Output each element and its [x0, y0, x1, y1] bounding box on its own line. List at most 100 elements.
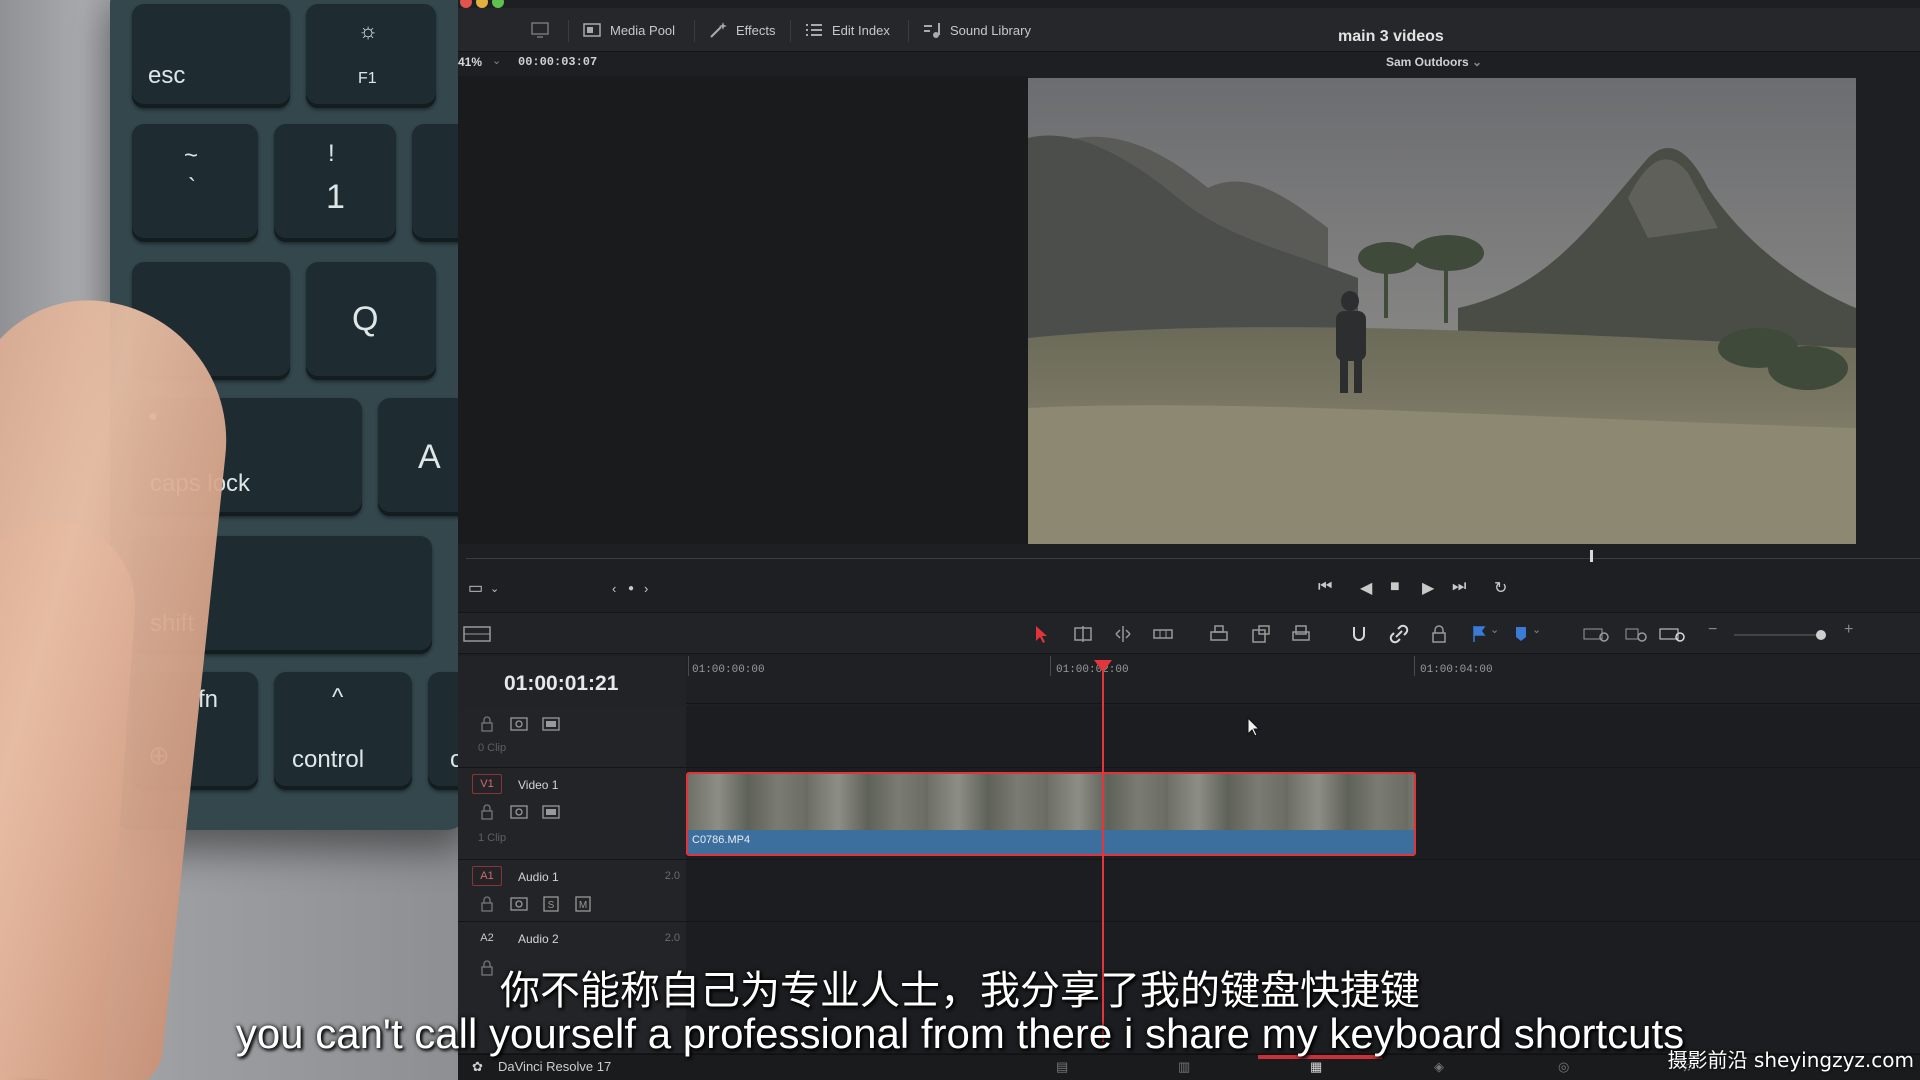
window-minimize-icon[interactable]: [476, 0, 488, 8]
next-clip-arrow-icon[interactable]: ›: [644, 581, 648, 596]
control-caret-icon: ^: [332, 684, 344, 711]
zoom-custom-icon[interactable]: [1658, 623, 1688, 645]
zoom-slider-handle[interactable]: [1816, 630, 1826, 640]
effects-wand-icon: [710, 22, 727, 38]
zoom-out-icon[interactable]: −: [1708, 621, 1730, 643]
timeline-timecode[interactable]: 01:00:01:21: [504, 672, 618, 696]
track-tag-a1[interactable]: A1: [472, 866, 502, 886]
auto-select-icon[interactable]: [510, 896, 528, 912]
zoom-slider[interactable]: [1734, 630, 1826, 640]
track-clip-count: 0 Clip: [478, 742, 507, 754]
color-page-icon[interactable]: ◎: [1558, 1059, 1578, 1075]
linked-selection-icon[interactable]: [1388, 623, 1410, 645]
playhead-handle[interactable]: [1094, 660, 1112, 672]
toolbar-divider: [568, 20, 569, 42]
blade-tool-icon[interactable]: [1152, 623, 1174, 645]
timeline-view-options-icon[interactable]: [462, 623, 492, 645]
chevron-down-icon[interactable]: ⌄: [1490, 623, 1512, 645]
key-2-partial: [412, 124, 458, 242]
scrubber-handle[interactable]: [1590, 550, 1593, 562]
clip-dot-icon[interactable]: ●: [628, 583, 634, 594]
key-esc-label: esc: [148, 62, 186, 89]
program-viewer[interactable]: [1028, 78, 1856, 544]
go-to-start-icon[interactable]: ⏮: [1318, 578, 1332, 596]
ruler-mark: [688, 656, 689, 676]
lock-icon[interactable]: [478, 896, 496, 912]
solo-icon[interactable]: S: [542, 896, 560, 912]
position-lock-icon[interactable]: [1428, 623, 1450, 645]
sound-library-button[interactable]: Sound Library: [922, 18, 1031, 42]
flag-icon[interactable]: [1468, 623, 1490, 645]
source-viewer[interactable]: [458, 76, 1028, 544]
marker-icon[interactable]: [1510, 623, 1532, 645]
track-enable-icon[interactable]: [542, 716, 560, 732]
ruler-tick-label: 01:00:02:00: [1056, 664, 1129, 676]
viewer-layout-icon[interactable]: ▭: [468, 578, 483, 598]
overwrite-clip-icon[interactable]: [1250, 623, 1272, 645]
dynamic-trim-icon[interactable]: [1112, 623, 1134, 645]
track-tag-a2[interactable]: A2: [472, 928, 502, 948]
insert-clip-icon[interactable]: [1208, 623, 1230, 645]
zoom-full-extent-icon[interactable]: [1582, 623, 1612, 645]
key-a: A: [378, 398, 458, 516]
scrubber-track: [466, 558, 1920, 559]
chevron-down-icon[interactable]: ⌄: [492, 54, 501, 67]
subtitle-chinese: 你不能称自己为专业人士，我分享了我的键盘快捷键: [500, 968, 1420, 1014]
track-lane-v2[interactable]: [686, 706, 1920, 768]
video-clip[interactable]: C0786.MP4: [686, 772, 1416, 856]
svg-text:M: M: [579, 900, 587, 911]
viewer-scrubber[interactable]: [458, 550, 1920, 562]
monitor-toggle-button[interactable]: [530, 18, 550, 42]
mute-icon[interactable]: M: [574, 896, 592, 912]
timeline-name-dropdown[interactable]: Sam Outdoors ⌄: [1386, 55, 1482, 69]
media-pool-icon: [583, 23, 601, 37]
edit-index-button[interactable]: Edit Index: [804, 18, 890, 42]
zoom-detail-icon[interactable]: [1624, 623, 1650, 645]
track-name-a1[interactable]: Audio 1: [518, 870, 559, 884]
effects-button[interactable]: Effects: [708, 18, 776, 42]
window-zoom-icon[interactable]: [492, 0, 504, 8]
replace-clip-icon[interactable]: [1290, 623, 1312, 645]
media-pool-button[interactable]: Media Pool: [582, 18, 675, 42]
selection-pointer-icon[interactable]: [1030, 623, 1052, 645]
track-lane-a1[interactable]: [686, 860, 1920, 922]
key-a-label: A: [418, 438, 441, 476]
brightness-icon: ☼: [358, 18, 379, 43]
auto-select-icon[interactable]: [510, 804, 528, 820]
media-page-icon[interactable]: ▥: [1178, 1059, 1198, 1075]
svg-text:S: S: [548, 900, 555, 911]
loop-icon[interactable]: ↻: [1494, 578, 1507, 598]
window-close-icon[interactable]: [460, 0, 472, 8]
stop-icon[interactable]: ■: [1390, 578, 1400, 596]
viewer-header: 41% ⌄ 00:00:03:07 Sam Outdoors ⌄: [458, 52, 1920, 76]
chevron-down-icon[interactable]: ⌄: [490, 582, 499, 595]
edit-page-icon[interactable]: ▦: [1310, 1059, 1330, 1075]
cut-page-icon[interactable]: ▤: [1056, 1059, 1076, 1075]
track-enable-icon[interactable]: [542, 804, 560, 820]
fusion-page-icon[interactable]: ◈: [1434, 1059, 1454, 1075]
top-toolbar: Media Pool Effects Edit Index Sound Libr…: [458, 8, 1920, 52]
track-tag-v1[interactable]: V1: [472, 774, 502, 794]
play-icon[interactable]: ▶: [1422, 578, 1434, 598]
effects-label: Effects: [736, 22, 776, 38]
zoom-level[interactable]: 41%: [458, 55, 482, 69]
prev-clip-arrow-icon[interactable]: ‹: [612, 581, 616, 596]
subtitle-english: you can't call yourself a professional f…: [235, 1010, 1685, 1057]
track-name-a2[interactable]: Audio 2: [518, 932, 559, 946]
snapping-icon[interactable]: [1348, 623, 1370, 645]
timeline-timecode-panel: 01:00:01:21: [458, 656, 688, 706]
sound-library-label: Sound Library: [950, 22, 1031, 38]
chevron-down-icon[interactable]: ⌄: [1532, 623, 1554, 645]
zoom-in-icon[interactable]: +: [1844, 621, 1866, 643]
timeline-ruler[interactable]: 01:00:00:00 01:00:02:00 01:00:04:00: [686, 656, 1920, 704]
play-reverse-icon[interactable]: ◀: [1360, 578, 1372, 598]
trim-edit-icon[interactable]: [1072, 623, 1094, 645]
go-to-end-icon[interactable]: ⏭: [1452, 578, 1466, 596]
toolbar-divider: [694, 20, 695, 42]
key-fn-label: fn: [198, 686, 219, 713]
ruler-tick-label: 01:00:04:00: [1420, 664, 1493, 676]
track-name-v1[interactable]: Video 1: [518, 778, 558, 792]
auto-select-icon[interactable]: [510, 716, 528, 732]
lock-icon[interactable]: [478, 804, 496, 820]
lock-icon[interactable]: [478, 716, 496, 732]
